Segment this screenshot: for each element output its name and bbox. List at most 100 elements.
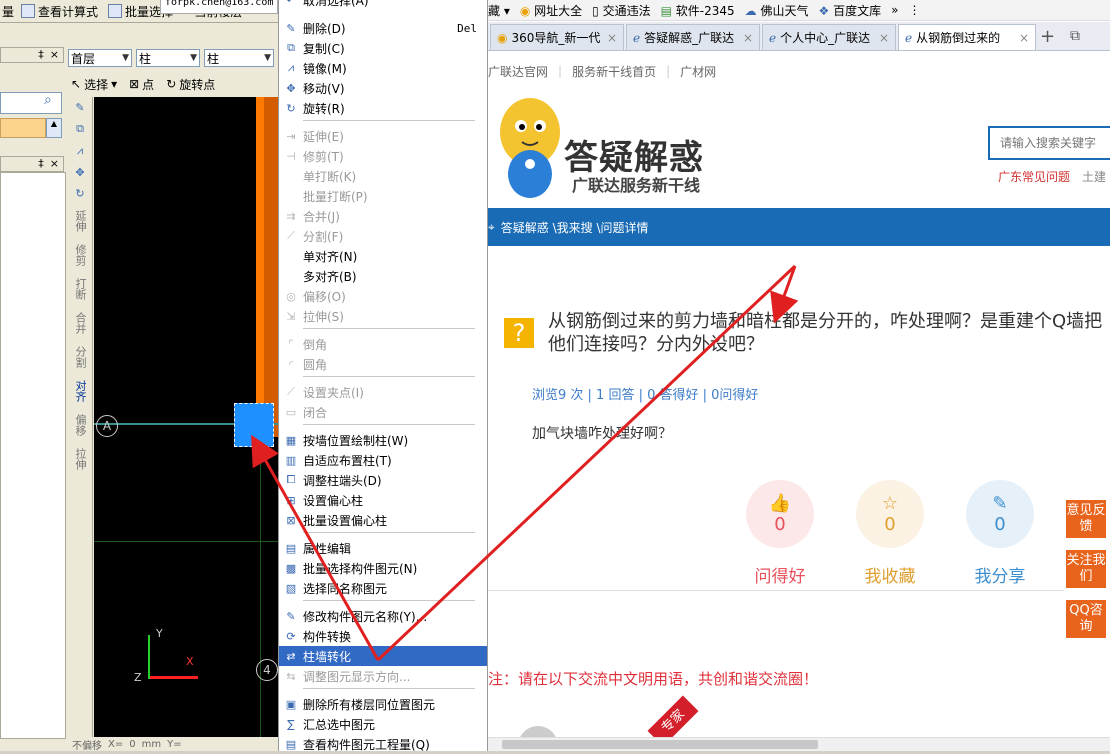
tab-question[interactable]: ℯ 从钢筋倒过来的 × <box>898 24 1036 50</box>
color-field[interactable] <box>0 118 46 138</box>
fav-overflow[interactable]: » <box>891 3 898 17</box>
feedback-button[interactable]: 意见反馈 <box>1066 500 1106 538</box>
close-icon[interactable]: × <box>50 48 59 62</box>
cad-toolbar-3: ↖ 选择 ▾ ⊠ 点 ↻ 旋转点 <box>68 73 278 95</box>
menu-item[interactable]: ▥ 自适应布置柱(T) <box>279 450 487 470</box>
breadcrumb-text[interactable]: 答疑解惑 \我来搜 \问题详情 <box>501 219 649 236</box>
menu-item[interactable]: ▣ 删除所有楼层同位置图元 <box>279 694 487 714</box>
stat-label[interactable]: 问得好 <box>735 562 825 587</box>
menu-item[interactable]: ⊠ 批量设置偏心柱 <box>279 510 487 530</box>
nav-link-material[interactable]: 广材网 <box>680 63 716 80</box>
stat-icon: ☆ <box>881 493 899 514</box>
menu-item[interactable]: ✥ 移动(V) <box>279 78 487 98</box>
tool-extend[interactable]: 延伸 <box>74 210 87 232</box>
divider <box>488 590 1064 591</box>
tool-trim[interactable]: 修剪 <box>74 244 87 266</box>
tool-break[interactable]: 打断 <box>74 278 87 300</box>
search-field[interactable] <box>0 92 62 114</box>
fav-item[interactable]: 藏 ▾ <box>488 2 510 19</box>
menu-item-icon: ◎ <box>286 289 296 303</box>
pin-icon[interactable]: ‡ <box>38 157 44 171</box>
menu-item[interactable]: ⩘ 镜像(M) <box>279 58 487 78</box>
menu-item[interactable]: ▤ 查看构件图元工程量(Q) <box>279 734 487 754</box>
stat-button[interactable]: ✎ 0 <box>966 480 1034 548</box>
search-icon[interactable]: ⌕ <box>44 92 52 108</box>
stat-button[interactable]: ☆ 0 <box>856 480 924 548</box>
new-tab-button[interactable]: + <box>1040 26 1055 47</box>
x-value[interactable]: 0 <box>129 739 135 750</box>
menu-item[interactable]: ⧉ 复制(C) <box>279 38 487 58</box>
rotate-icon[interactable]: ↻ <box>75 187 84 200</box>
drawing-canvas[interactable]: A 4 Y X Z <box>94 97 278 737</box>
rotate-point-button[interactable]: ↻ 旋转点 <box>163 76 218 93</box>
follow-button[interactable]: 关注我们 <box>1066 550 1106 588</box>
scroll-thumb[interactable] <box>502 740 818 749</box>
type-select[interactable]: 柱 ▼ <box>136 49 200 67</box>
close-icon[interactable]: × <box>50 157 59 171</box>
close-icon[interactable]: × <box>743 31 753 45</box>
menu-item[interactable]: ▤ 属性编辑 <box>279 538 487 558</box>
tool-stretch[interactable]: 拉伸 <box>74 448 87 470</box>
move-icon[interactable]: ✥ <box>75 166 84 179</box>
spinner-button[interactable]: ▲ <box>46 118 62 138</box>
fav-item[interactable]: ❖ 百度文库 <box>819 2 882 19</box>
fav-item[interactable]: ▯ 交通违法 <box>592 2 650 19</box>
fav-item[interactable]: ▤ 软件-2345 <box>661 2 735 19</box>
menu-item[interactable]: ▧ 选择同名称图元 <box>279 578 487 598</box>
menu-item[interactable]: ⊞ 设置偏心柱 <box>279 490 487 510</box>
menu-item-icon: ⟳ <box>286 629 296 643</box>
pen-icon[interactable]: ✎ <box>75 101 84 114</box>
fav-tools[interactable]: ⋮ <box>908 3 920 17</box>
nav-link-official[interactable]: 广联达官网 <box>488 63 548 80</box>
floor-select[interactable]: 首层 ▼ <box>68 49 132 67</box>
menu-item[interactable]: ⟳ 构件转换 <box>279 626 487 646</box>
fav-item[interactable]: ◉ 网址大全 <box>520 2 582 19</box>
menu-item[interactable]: ↻ 旋转(R) <box>279 98 487 118</box>
close-icon[interactable]: × <box>607 31 617 45</box>
hot-link[interactable]: 广东常见问题 <box>998 168 1070 185</box>
component-tree[interactable] <box>0 172 66 739</box>
orange-wall[interactable] <box>256 97 264 437</box>
select-tool-button[interactable]: ↖ 选择 ▾ <box>68 76 120 93</box>
menu-item[interactable]: ∑ 汇总选中图元 <box>279 714 487 734</box>
close-icon[interactable]: × <box>879 31 889 45</box>
menu-item-cancel-select[interactable]: ↶ 取消选择(A) <box>279 0 487 10</box>
tab-360[interactable]: ◉ 360导航_新一代 × <box>490 24 624 50</box>
subtype-select[interactable]: 柱 ▼ <box>204 49 274 67</box>
tab-profile[interactable]: ℯ 个人中心_广联达 × <box>762 24 896 50</box>
stat-label[interactable]: 我分享 <box>955 562 1045 587</box>
pin-icon[interactable]: ‡ <box>38 48 44 62</box>
qq-consult-button[interactable]: QQ咨询 <box>1066 600 1106 638</box>
menu-item-label: 圆角 <box>303 357 328 372</box>
menu-item[interactable]: ✎ 删除(D) Del <box>279 18 487 38</box>
menu-item[interactable]: ⇄ 柱墙转化 <box>279 646 487 666</box>
menu-item[interactable]: 多对齐(B) <box>279 266 487 286</box>
search-input[interactable] <box>988 126 1110 160</box>
menu-item[interactable]: ✎ 修改构件图元名称(Y)... <box>279 606 487 626</box>
point-tool-button[interactable]: ⊠ 点 <box>126 76 157 93</box>
selected-column[interactable] <box>234 403 274 447</box>
tool-offset[interactable]: 偏移 <box>74 414 87 436</box>
snap-mode[interactable]: 不偏移 <box>72 737 102 752</box>
nav-link-home[interactable]: 服务新干线首页 <box>572 63 656 80</box>
tool-merge[interactable]: 合并 <box>74 312 87 334</box>
copy-icon[interactable]: ⧉ <box>76 122 84 136</box>
menu-item[interactable]: ▦ 按墙位置绘制柱(W) <box>279 430 487 450</box>
restore-icon[interactable]: ⧉ <box>1070 28 1080 44</box>
tool-split[interactable]: 分割 <box>74 346 87 368</box>
stat-label[interactable]: 我收藏 <box>845 562 935 587</box>
horizontal-scrollbar[interactable] <box>488 737 1110 751</box>
mirror-icon[interactable]: ⩘ <box>77 144 83 158</box>
menu-separator <box>303 532 475 533</box>
close-icon[interactable]: × <box>1019 31 1029 45</box>
tab-dayi[interactable]: ℯ 答疑解惑_广联达 × <box>626 24 760 50</box>
view-formula-button[interactable]: 查看计算式 <box>18 3 101 20</box>
menu-item-label: 批量设置偏心柱 <box>303 513 388 528</box>
fav-item[interactable]: ☁ 佛山天气 <box>745 2 809 19</box>
menu-item[interactable]: ⧠ 调整柱端头(D) <box>279 470 487 490</box>
menu-item[interactable]: ▩ 批量选择构件图元(N) <box>279 558 487 578</box>
tool-align[interactable]: 对齐 <box>74 380 87 402</box>
hot-link[interactable]: 土建 <box>1082 168 1106 185</box>
stat-button[interactable]: 👍 0 <box>746 480 814 548</box>
menu-item[interactable]: 单对齐(N) <box>279 246 487 266</box>
